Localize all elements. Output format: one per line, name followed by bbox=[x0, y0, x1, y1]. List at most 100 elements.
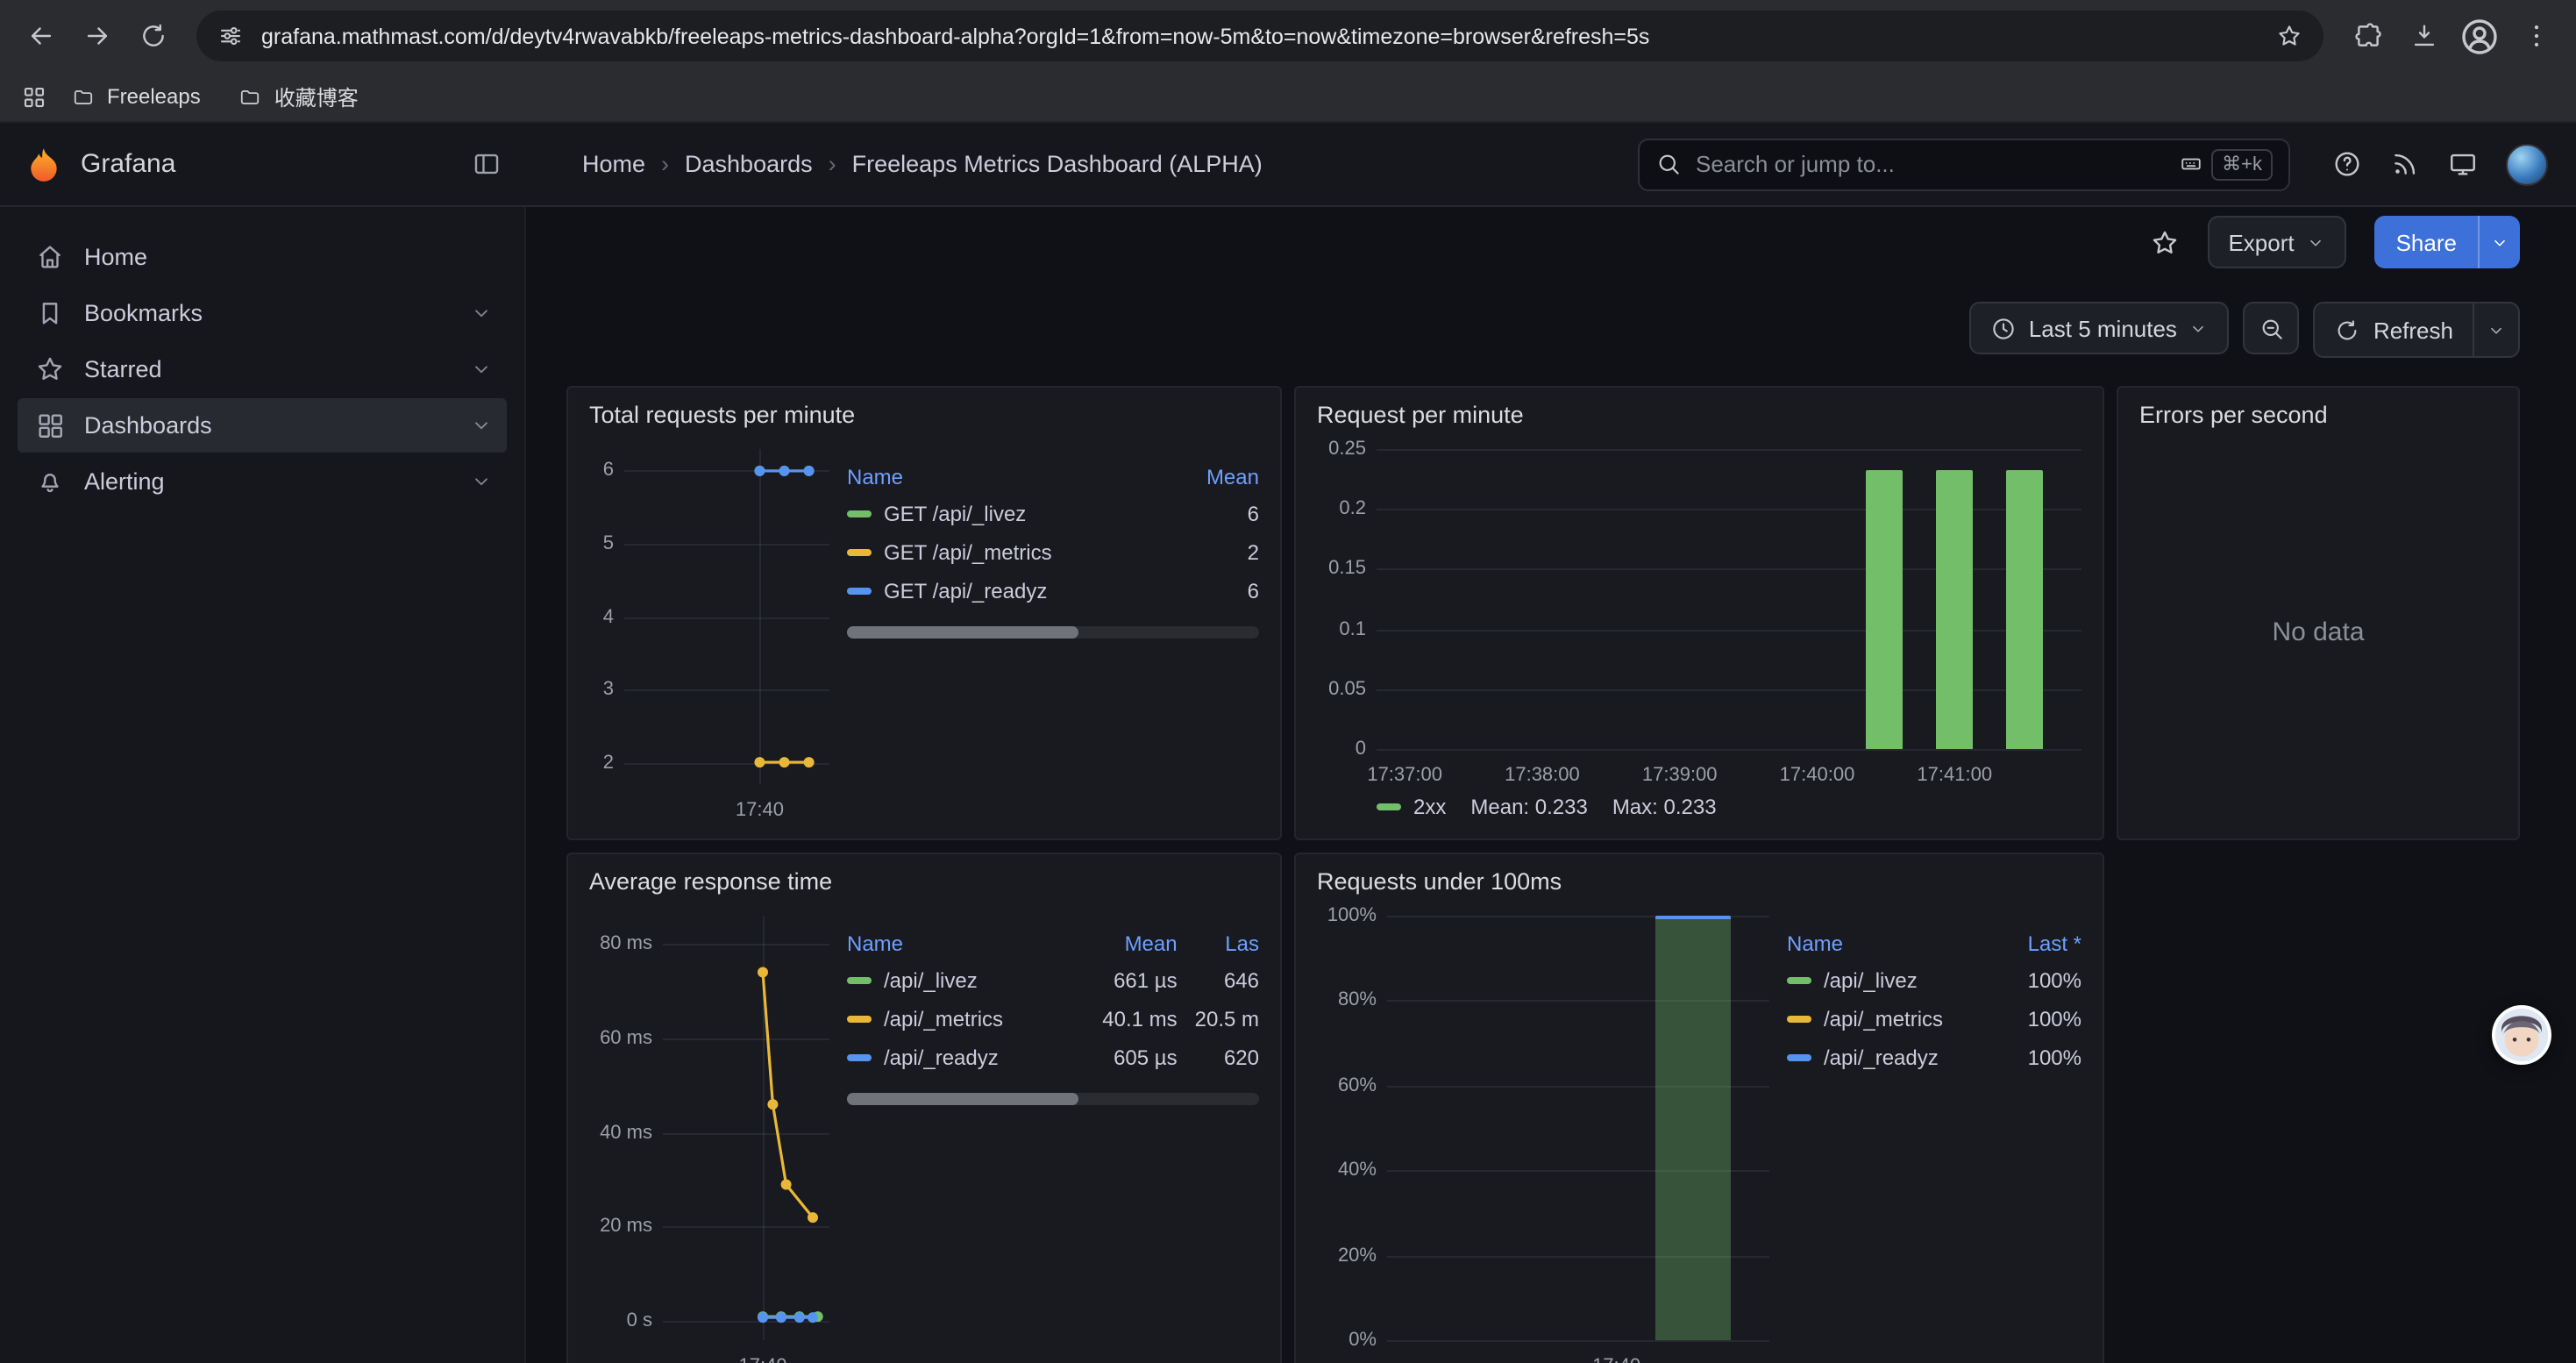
refresh-button[interactable]: Refresh bbox=[2316, 303, 2473, 356]
legend-value: 40.1 ms bbox=[1102, 1000, 1177, 1038]
no-data-label: No data bbox=[2272, 617, 2364, 646]
help-icon[interactable] bbox=[2332, 149, 2362, 179]
legend-column-header: Name bbox=[1787, 926, 2010, 961]
folder-icon bbox=[239, 85, 262, 108]
series-swatch bbox=[1377, 803, 1401, 810]
sidebar-item-bookmarks[interactable]: Bookmarks bbox=[18, 286, 507, 340]
refresh-split-button: Refresh bbox=[2314, 302, 2520, 358]
plot-area bbox=[624, 439, 829, 795]
y-tick-label: 0.15 bbox=[1328, 559, 1366, 580]
sidebar-item-label: Dashboards bbox=[84, 412, 212, 439]
legend-stat-max: Max: 0.233 bbox=[1612, 795, 1717, 819]
panel-total-requests-per-minute: Total requests per minute 65432 17:40 Na… bbox=[566, 386, 1282, 840]
chevron-down-icon[interactable] bbox=[470, 470, 493, 493]
empty-grid-cell bbox=[2117, 853, 2520, 1363]
bookmark-star-icon[interactable] bbox=[2276, 23, 2302, 49]
series-swatch bbox=[1787, 1016, 1811, 1023]
apps-grid-icon[interactable] bbox=[21, 83, 47, 110]
legend-series-name[interactable]: /api/_readyz bbox=[847, 1038, 1085, 1077]
plot-area bbox=[663, 905, 829, 1351]
browser-menu-button[interactable] bbox=[2509, 10, 2562, 62]
header-left: Grafana bbox=[0, 145, 526, 183]
bookmark-folder-blogs[interactable]: 收藏博客 bbox=[225, 76, 373, 117]
favorite-star-icon[interactable] bbox=[2149, 227, 2179, 257]
plot-area bbox=[1387, 905, 1769, 1351]
y-tick-label: 40 ms bbox=[600, 1122, 652, 1143]
plot-area bbox=[1377, 439, 2081, 760]
grafana-body: HomeBookmarksStarred Dashboards Alerting E… bbox=[0, 207, 2576, 1363]
panel-title[interactable]: Total requests per minute bbox=[568, 388, 1280, 435]
share-button[interactable]: Share bbox=[2375, 216, 2478, 268]
dock-menu-icon[interactable] bbox=[472, 149, 502, 179]
search-input[interactable]: Search or jump to... ⌘+k bbox=[1638, 138, 2290, 190]
grafana-logo[interactable] bbox=[25, 145, 63, 183]
gridline bbox=[1377, 449, 2081, 451]
kiosk-monitor-icon[interactable] bbox=[2448, 149, 2478, 179]
y-axis: 100%80%60%40%20%0% bbox=[1317, 905, 1387, 1351]
y-tick-label: 20% bbox=[1338, 1245, 1377, 1266]
bell-icon bbox=[35, 467, 65, 496]
x-axis: 17:40 bbox=[663, 1351, 829, 1363]
sidebar-item-starred[interactable]: Starred bbox=[18, 342, 507, 396]
legend-series-name[interactable]: GET /api/_livez bbox=[847, 495, 1189, 533]
chevron-down-icon[interactable] bbox=[470, 358, 493, 381]
export-button[interactable]: Export bbox=[2207, 216, 2346, 268]
back-icon bbox=[25, 21, 55, 51]
url-bar[interactable]: grafana.mathmast.com/d/deytv4rwavabkb/fr… bbox=[196, 11, 2323, 61]
back-button[interactable] bbox=[14, 10, 67, 62]
legend-scrollbar[interactable] bbox=[847, 1093, 1259, 1105]
chart-bar bbox=[2007, 469, 2044, 749]
search-placeholder: Search or jump to... bbox=[1696, 151, 2166, 177]
y-tick-label: 0.2 bbox=[1339, 498, 1366, 519]
time-range-picker[interactable]: Last 5 minutes bbox=[1969, 302, 2230, 354]
profile-button[interactable] bbox=[2453, 10, 2506, 62]
legend-series-name[interactable]: /api/_livez bbox=[1787, 961, 2010, 1000]
legend-series-name[interactable]: GET /api/_metrics bbox=[847, 533, 1189, 572]
legend-series-name[interactable]: /api/_readyz bbox=[1787, 1038, 2010, 1077]
panel-grid: Total requests per minute 65432 17:40 Na… bbox=[566, 386, 2520, 1363]
sidebar-item-dashboards[interactable]: Dashboards bbox=[18, 398, 507, 453]
gridline bbox=[1387, 1340, 1769, 1342]
refresh-interval-button[interactable] bbox=[2473, 303, 2518, 356]
chevron-down-icon[interactable] bbox=[470, 302, 493, 325]
forward-button[interactable] bbox=[70, 10, 123, 62]
sidebar-item-alerting[interactable]: Alerting bbox=[18, 454, 507, 509]
panel-title[interactable]: Requests under 100ms bbox=[1296, 854, 2103, 902]
bar-chart: 100%80%60%40%20%0% 17:40 bbox=[1317, 905, 1769, 1363]
panel-title[interactable]: Request per minute bbox=[1296, 388, 2103, 435]
legend-series-name[interactable]: /api/_metrics bbox=[847, 1000, 1085, 1038]
legend-series-2xx[interactable]: 2xx bbox=[1377, 795, 1446, 819]
breadcrumb-item[interactable]: Home bbox=[582, 151, 645, 177]
share-menu-button[interactable] bbox=[2478, 216, 2520, 268]
legend-scrollbar[interactable] bbox=[847, 626, 1259, 639]
url-text[interactable]: grafana.mathmast.com/d/deytv4rwavabkb/fr… bbox=[261, 24, 2259, 48]
bookmark-folder-freeleaps[interactable]: Freeleaps bbox=[58, 79, 215, 114]
legend-value: 605 µs bbox=[1102, 1038, 1177, 1077]
legend-series-name[interactable]: /api/_livez bbox=[847, 961, 1085, 1000]
scrollbar-thumb[interactable] bbox=[847, 1093, 1078, 1105]
breadcrumb-separator: › bbox=[661, 151, 669, 177]
reload-button[interactable] bbox=[126, 10, 179, 62]
legend-series-name[interactable]: /api/_metrics bbox=[1787, 1000, 2010, 1038]
downloads-button[interactable] bbox=[2397, 10, 2450, 62]
panel-title[interactable]: Errors per second bbox=[2118, 388, 2518, 435]
panel-title[interactable]: Average response time bbox=[568, 854, 1280, 902]
breadcrumb-item[interactable]: Dashboards bbox=[685, 151, 813, 177]
site-info-icon[interactable] bbox=[217, 23, 244, 49]
breadcrumb-item[interactable]: Freeleaps Metrics Dashboard (ALPHA) bbox=[852, 151, 1263, 177]
user-avatar[interactable] bbox=[2506, 143, 2548, 185]
grid-icon bbox=[35, 410, 65, 440]
extensions-button[interactable] bbox=[2341, 10, 2394, 62]
legend-series-name[interactable]: GET /api/_readyz bbox=[847, 572, 1189, 610]
news-rss-icon[interactable] bbox=[2390, 149, 2420, 179]
chevron-down-icon[interactable] bbox=[470, 414, 493, 437]
gridline bbox=[1377, 509, 2081, 510]
zoom-out-button[interactable] bbox=[2244, 302, 2300, 354]
search-shortcut-hint: ⌘+k bbox=[2180, 148, 2273, 180]
y-tick-label: 5 bbox=[603, 533, 614, 554]
assistant-avatar[interactable] bbox=[2492, 1005, 2551, 1065]
scrollbar-thumb[interactable] bbox=[847, 626, 1078, 639]
sidebar-item-home[interactable]: Home bbox=[18, 230, 507, 284]
sidebar: HomeBookmarksStarred Dashboards Alerting bbox=[0, 207, 526, 1363]
kebab-menu-icon bbox=[2521, 21, 2551, 51]
